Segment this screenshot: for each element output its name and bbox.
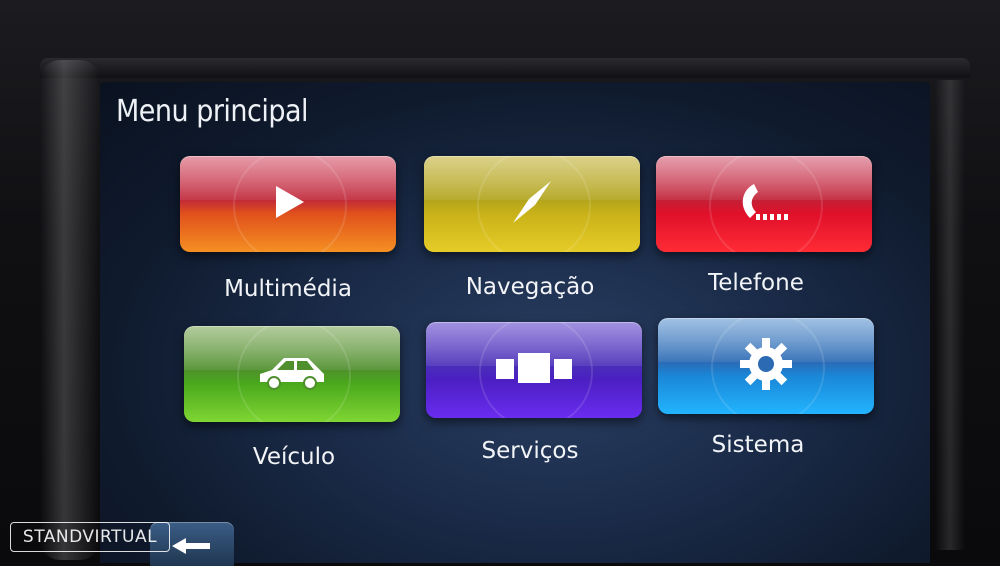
device-bezel: Menu principal Multimédia Navegação Tele…	[0, 0, 1000, 566]
navigation-tile[interactable]	[424, 156, 640, 252]
vehicle-tile[interactable]	[184, 326, 400, 422]
phone-icon	[734, 180, 794, 228]
services-label: Serviços	[481, 438, 579, 464]
system-label: Sistema	[711, 432, 805, 458]
phone-tile[interactable]	[656, 156, 872, 252]
bezel-top-rim	[40, 58, 970, 78]
bezel-glare-right	[935, 80, 965, 550]
multimedia-tile[interactable]	[180, 156, 396, 252]
watermark-logo: STANDVIRTUAL	[10, 522, 170, 552]
play-icon	[268, 182, 308, 226]
system-tile[interactable]	[658, 318, 874, 414]
vehicle-label: Veículo	[252, 444, 336, 470]
compass-icon	[507, 177, 557, 231]
car-icon	[256, 352, 328, 396]
page-title: Menu principal	[116, 94, 309, 129]
services-tile[interactable]	[426, 322, 642, 418]
navigation-label: Navegação	[465, 274, 595, 300]
infotainment-screen: Menu principal Multimédia Navegação Tele…	[100, 82, 930, 563]
multimedia-label: Multimédia	[224, 276, 352, 302]
back-arrow-icon	[172, 536, 212, 560]
gear-icon	[738, 336, 794, 396]
bezel-glare-left	[40, 60, 100, 560]
phone-label: Telefone	[708, 270, 804, 296]
services-blocks-icon	[496, 351, 572, 389]
